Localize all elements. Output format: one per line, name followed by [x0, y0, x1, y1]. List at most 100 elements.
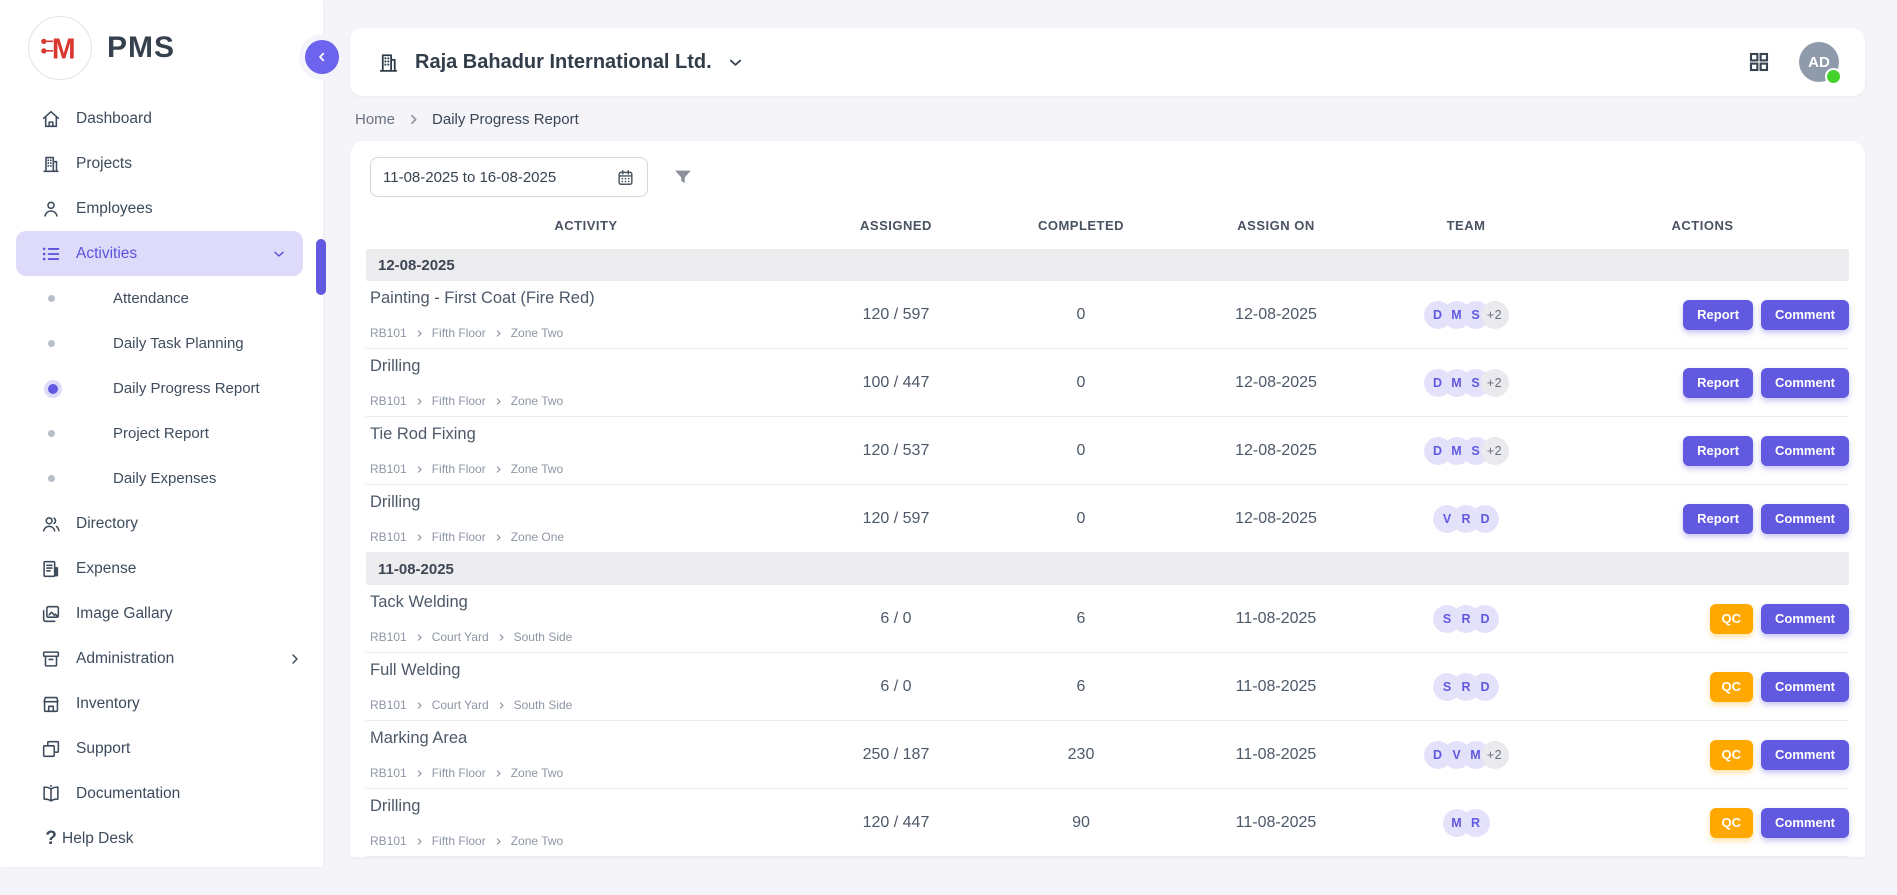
assign-on-value: 11-08-2025: [1176, 610, 1376, 628]
chevron-right-icon: [415, 397, 424, 406]
activity-cell: Tie Rod FixingRB101Fifth FloorZone Two: [366, 417, 806, 484]
location-part: Fifth Floor: [432, 834, 486, 848]
chevron-right-icon: [415, 837, 424, 846]
location-part: RB101: [370, 530, 407, 544]
sidebar-item-label: Inventory: [76, 695, 140, 713]
date-range-value: 11-08-2025 to 16-08-2025: [383, 169, 556, 186]
breadcrumb-current: Daily Progress Report: [432, 111, 579, 128]
comment-button[interactable]: Comment: [1761, 604, 1849, 634]
comment-button[interactable]: Comment: [1761, 368, 1849, 398]
location-part: Court Yard: [432, 630, 489, 644]
sidebar-subitem-label: Attendance: [113, 290, 189, 307]
location-part: Zone Two: [511, 326, 563, 340]
assign-on-value: 12-08-2025: [1176, 306, 1376, 324]
user-avatar[interactable]: AD: [1799, 42, 1839, 82]
location-part: Zone One: [511, 530, 564, 544]
column-header-assigned: ASSIGNED: [806, 218, 986, 233]
bullet-dot-icon: [48, 340, 55, 347]
sidebar-subitem-attendance[interactable]: Attendance: [0, 276, 323, 321]
apps-grid-icon[interactable]: [1747, 50, 1771, 74]
location-part: South Side: [514, 630, 573, 644]
assign-on-value: 11-08-2025: [1176, 814, 1376, 832]
activity-title: Drilling: [370, 493, 806, 512]
sidebar-item-documentation[interactable]: Documentation: [0, 771, 323, 816]
qc-button[interactable]: QC: [1710, 808, 1754, 838]
company-selector[interactable]: Raja Bahadur International Ltd.: [376, 50, 745, 75]
comment-button[interactable]: Comment: [1761, 672, 1849, 702]
sidebar-item-employees[interactable]: Employees: [0, 186, 323, 231]
activity-location: RB101 Fifth Floor Zone One: [370, 530, 806, 544]
qc-button[interactable]: QC: [1710, 604, 1754, 634]
sidebar-subitem-daily-expenses[interactable]: Daily Expenses: [0, 456, 323, 501]
topbar: Raja Bahadur International Ltd. AD: [350, 28, 1865, 96]
assigned-value: 120 / 447: [806, 814, 986, 832]
chevron-down-icon: [726, 53, 745, 72]
location-part: Fifth Floor: [432, 530, 486, 544]
chevron-right-icon: [415, 329, 424, 338]
breadcrumb-home[interactable]: Home: [355, 111, 395, 128]
sidebar-item-label: Employees: [76, 200, 153, 218]
activity-cell: Marking AreaRB101Fifth FloorZone Two: [366, 721, 806, 788]
chevron-right-icon: [494, 397, 503, 406]
team-avatars: MR: [1376, 809, 1556, 837]
report-button[interactable]: Report: [1683, 436, 1753, 466]
building-icon: [40, 153, 62, 175]
chevron-right-icon: [494, 465, 503, 474]
date-group-row: 12-08-2025: [366, 249, 1849, 281]
app-logo: M PMS: [0, 0, 323, 84]
qc-button[interactable]: QC: [1710, 740, 1754, 770]
sidebar-item-activities[interactable]: Activities: [16, 231, 303, 276]
gallery-icon: [40, 603, 62, 625]
bullet-dot-icon: [48, 384, 58, 394]
sidebar-subitem-daily-progress-report[interactable]: Daily Progress Report: [0, 366, 323, 411]
table-row: DrillingRB101Fifth FloorZone Two120 / 44…: [366, 789, 1849, 857]
sidebar-item-expense[interactable]: Expense: [0, 546, 323, 591]
activity-location: RB101Fifth FloorZone Two: [370, 326, 806, 340]
activity-cell: Tack WeldingRB101Court YardSouth Side: [366, 585, 806, 652]
sidebar-item-administration[interactable]: Administration: [0, 636, 323, 681]
comment-button[interactable]: Comment: [1761, 808, 1849, 838]
sidebar-item-image-gallary[interactable]: Image Gallary: [0, 591, 323, 636]
sidebar-collapse-button[interactable]: [299, 34, 345, 80]
completed-value: 230: [986, 746, 1176, 764]
column-header-assign-on: ASSIGN ON: [1176, 218, 1376, 233]
comment-button[interactable]: Comment: [1761, 300, 1849, 330]
sidebar-item-directory[interactable]: Directory: [0, 501, 323, 546]
assign-on-value: 11-08-2025: [1176, 678, 1376, 696]
location-part: RB101: [370, 462, 407, 476]
sidebar-subitem-project-report[interactable]: Project Report: [0, 411, 323, 456]
activity-cell: Drilling RB101 Fifth Floor Zone One: [366, 485, 806, 552]
report-button[interactable]: Report: [1683, 504, 1753, 534]
sidebar-item-label: Support: [76, 740, 130, 758]
team-member-badge: D: [1471, 605, 1499, 633]
activity-cell: Painting - First Coat (Fire Red)RB101Fif…: [366, 281, 806, 348]
sidebar-nav: DashboardProjects Employees Activities Atte…: [0, 96, 323, 861]
team-extra-badge: +2: [1481, 741, 1509, 769]
chevron-right-icon: [407, 113, 420, 126]
report-button[interactable]: Report: [1683, 300, 1753, 330]
qc-button[interactable]: QC: [1710, 672, 1754, 702]
activity-title: Marking Area: [370, 729, 806, 748]
sidebar-item-dashboard[interactable]: Dashboard: [0, 96, 323, 141]
assigned-value: 6 / 0: [806, 610, 986, 628]
comment-button[interactable]: Comment: [1761, 436, 1849, 466]
activity-cell: DrillingRB101Fifth FloorZone Two: [366, 789, 806, 856]
activity-location: RB101Fifth FloorZone Two: [370, 462, 806, 476]
filter-funnel-icon[interactable]: [672, 166, 694, 188]
sidebar-item-projects[interactable]: Projects: [0, 141, 323, 186]
activity-title: Painting - First Coat (Fire Red): [370, 289, 806, 308]
report-button[interactable]: Report: [1683, 368, 1753, 398]
completed-value: 6: [986, 678, 1176, 696]
chevron-right-icon: [415, 533, 424, 542]
sidebar-item-help-desk[interactable]: ?Help Desk: [0, 816, 323, 861]
comment-button[interactable]: Comment: [1761, 740, 1849, 770]
filter-row: 11-08-2025 to 16-08-2025: [366, 157, 1849, 201]
comment-button[interactable]: Comment: [1761, 504, 1849, 534]
avatar-initials: AD: [1808, 54, 1830, 71]
sidebar-item-inventory[interactable]: Inventory: [0, 681, 323, 726]
location-part: RB101: [370, 698, 407, 712]
sidebar-subitem-daily-task-planning[interactable]: Daily Task Planning: [0, 321, 323, 366]
sidebar-item-support[interactable]: Support: [0, 726, 323, 771]
date-range-input[interactable]: 11-08-2025 to 16-08-2025: [370, 157, 648, 197]
location-part: Fifth Floor: [432, 326, 486, 340]
